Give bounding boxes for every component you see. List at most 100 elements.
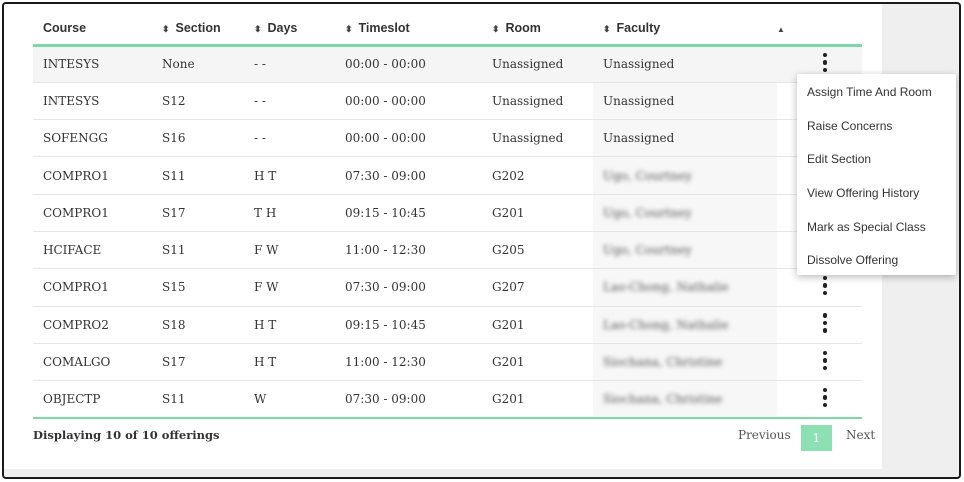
column-header-label: Days: [267, 20, 298, 35]
row-context-menu: Assign Time And Room Raise Concerns Edit…: [797, 74, 956, 275]
faculty-name: Lao-Chong, Nathalie: [603, 280, 729, 295]
cell-course: INTESYS: [33, 82, 152, 121]
column-header-label: Course: [43, 20, 87, 35]
menu-item-assign-time-and-room[interactable]: Assign Time And Room: [797, 76, 956, 110]
cell-section: S17: [152, 343, 244, 382]
cell-timeslot: 09:15 - 10:45: [335, 306, 482, 344]
table-row: COMPRO1 S15 F W 07:30 - 09:00 G207 Lao-Chong,…: [33, 268, 862, 307]
table-body: INTESYS None - -00:00 - 00:00 Unassigned Una…: [33, 45, 862, 419]
table-row: HCIFACE S11 F W 11:00 - 12:30 G205 Ugo, Court…: [33, 231, 862, 270]
column-header-timeslot[interactable]: ⬍ Timeslot: [335, 12, 482, 47]
cell-section: S16: [152, 119, 244, 158]
cell-faculty: Ugo, Courtney: [593, 156, 777, 195]
menu-item-raise-concerns[interactable]: Raise Concerns: [797, 110, 956, 144]
cell-section: None: [152, 45, 244, 83]
cell-room: G201: [482, 194, 593, 232]
faculty-name: Unassigned: [603, 57, 675, 72]
sort-up-icon[interactable]: ▲: [777, 25, 787, 34]
window-frame: Course ⬍ Section ⬍ Days ⬍ Timeslot ⬍ Roo…: [2, 2, 961, 479]
cell-room: G201: [482, 380, 593, 419]
cell-timeslot: 11:00 - 12:30: [335, 231, 482, 270]
cell-days: F W: [244, 268, 335, 307]
table-row: COMPRO1 S11 H T 07:30 - 09:00 G202 Ugo, Court…: [33, 156, 862, 195]
cell-course: COMPRO1: [33, 194, 152, 232]
column-header-actions[interactable]: ▲: [777, 12, 862, 47]
cell-room: Unassigned: [482, 82, 593, 121]
sort-arrows-icon[interactable]: ⬍: [345, 24, 355, 35]
faculty-name: Siochana, Christine: [603, 355, 723, 370]
cell-actions: [777, 380, 862, 419]
cell-actions: [777, 343, 862, 382]
cell-days: - -: [244, 45, 335, 83]
faculty-name: Unassigned: [603, 93, 675, 108]
faculty-name: Unassigned: [603, 131, 675, 146]
cell-course: HCIFACE: [33, 231, 152, 270]
faculty-name: Lao-Chong, Nathalie: [603, 317, 729, 332]
cell-actions: [777, 306, 862, 344]
cell-room: G201: [482, 306, 593, 344]
menu-item-dissolve-offering[interactable]: Dissolve Offering: [797, 244, 956, 278]
page-1-button[interactable]: 1: [801, 425, 832, 451]
previous-page-link[interactable]: Previous: [738, 428, 791, 442]
kebab-menu-icon[interactable]: [817, 349, 833, 373]
menu-item-view-offering-history[interactable]: View Offering History: [797, 177, 956, 211]
column-header-faculty[interactable]: ⬍ Faculty: [593, 12, 777, 47]
sort-arrows-icon[interactable]: ⬍: [254, 24, 264, 35]
column-header-section[interactable]: ⬍ Section: [152, 12, 244, 47]
cell-course: COMPRO1: [33, 156, 152, 195]
cell-timeslot: 07:30 - 09:00: [335, 380, 482, 419]
cell-faculty: Unassigned: [593, 82, 777, 121]
cell-section: S18: [152, 306, 244, 344]
cell-timeslot: 00:00 - 00:00: [335, 82, 482, 121]
cell-days: T H: [244, 194, 335, 232]
cell-course: COMPRO2: [33, 306, 152, 344]
column-header-days[interactable]: ⬍ Days: [244, 12, 335, 47]
kebab-menu-icon[interactable]: [817, 51, 833, 75]
cell-timeslot: 00:00 - 00:00: [335, 45, 482, 83]
cell-faculty: Lao-Chong, Nathalie: [593, 306, 777, 344]
cell-section: S11: [152, 156, 244, 195]
sort-arrows-icon[interactable]: ⬍: [162, 24, 172, 35]
cell-section: S15: [152, 268, 244, 307]
cell-room: Unassigned: [482, 119, 593, 158]
next-page-link[interactable]: Next: [846, 428, 875, 442]
cell-timeslot: 00:00 - 00:00: [335, 119, 482, 158]
table-row: COMPRO1 S17 T H 09:15 - 10:45 G201 Ugo, Court…: [33, 194, 862, 232]
column-header-course[interactable]: Course: [33, 12, 152, 47]
cell-room: G202: [482, 156, 593, 195]
faculty-name: Siochana, Christine: [603, 392, 723, 407]
cell-timeslot: 11:00 - 12:30: [335, 343, 482, 382]
cell-room: G207: [482, 268, 593, 307]
column-header-label: Timeslot: [358, 20, 410, 35]
column-header-room[interactable]: ⬍ Room: [482, 12, 593, 47]
kebab-menu-icon[interactable]: [817, 386, 833, 410]
cell-faculty: Ugo, Courtney: [593, 231, 777, 270]
table-row: INTESYS S12- -00:00 - 00:00 Unassigned Unas…: [33, 82, 862, 121]
cell-course: INTESYS: [33, 45, 152, 83]
sort-arrows-icon[interactable]: ⬍: [603, 24, 613, 35]
cell-room: G201: [482, 343, 593, 382]
menu-item-mark-special-class[interactable]: Mark as Special Class: [797, 211, 956, 245]
offerings-table: Course ⬍ Section ⬍ Days ⬍ Timeslot ⬍ Roo…: [33, 12, 862, 419]
cell-days: H T: [244, 156, 335, 195]
cell-section: S11: [152, 231, 244, 270]
table-header-row: Course ⬍ Section ⬍ Days ⬍ Timeslot ⬍ Roo…: [33, 12, 862, 47]
kebab-menu-icon[interactable]: [817, 311, 833, 335]
cell-days: - -: [244, 82, 335, 121]
cell-faculty: Lao-Chong, Nathalie: [593, 268, 777, 307]
sort-arrows-icon[interactable]: ⬍: [492, 24, 502, 35]
cell-section: S12: [152, 82, 244, 121]
table-row: OBJECTP S11 W 07:30 - 09:00 G201 Siochana, Ch…: [33, 380, 862, 419]
table-row: INTESYS None - -00:00 - 00:00 Unassigned Una…: [33, 45, 862, 83]
menu-item-edit-section[interactable]: Edit Section: [797, 143, 956, 177]
cell-timeslot: 07:30 - 09:00: [335, 268, 482, 307]
cell-timeslot: 07:30 - 09:00: [335, 156, 482, 195]
cell-faculty: Siochana, Christine: [593, 380, 777, 419]
offerings-count-status: Displaying 10 of 10 offerings: [33, 428, 220, 442]
cell-faculty: Siochana, Christine: [593, 343, 777, 382]
cell-days: W: [244, 380, 335, 419]
faculty-name: Ugo, Courtney: [603, 205, 692, 220]
column-header-label: Faculty: [616, 20, 661, 35]
cell-course: SOFENGG: [33, 119, 152, 158]
offerings-panel: Course ⬍ Section ⬍ Days ⬍ Timeslot ⬍ Roo…: [4, 4, 882, 469]
